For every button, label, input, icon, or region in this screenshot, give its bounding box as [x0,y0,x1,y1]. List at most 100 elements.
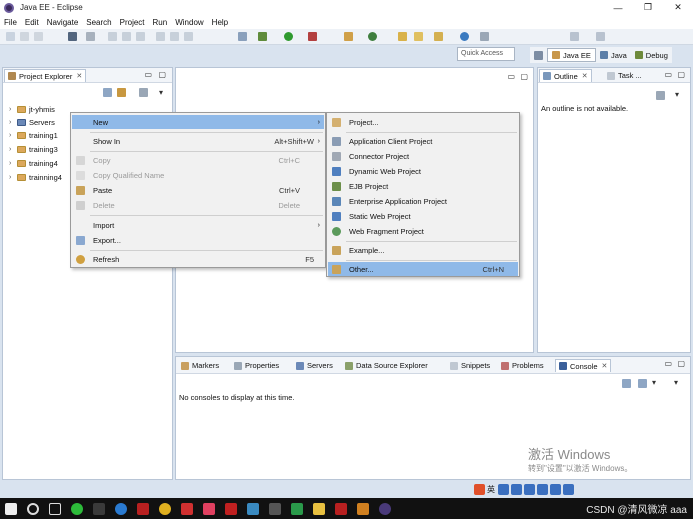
suspend-icon[interactable] [122,32,131,41]
search-circle-icon[interactable] [27,502,39,515]
emoji-icon[interactable] [511,484,522,495]
focus-icon[interactable] [656,91,665,100]
eclipse-taskbar-icon[interactable] [379,502,391,515]
menu-navigate[interactable]: Navigate [43,18,83,27]
minimize-view-icon[interactable]: ▭ [664,70,672,79]
step-return-icon[interactable] [184,32,193,41]
console-dropdown-icon[interactable]: ▾ [652,378,656,387]
maximize-editor-icon[interactable]: ▢ [520,72,528,81]
maximize-view-icon[interactable]: ▢ [158,70,166,79]
menu-item-show-in[interactable]: Show In Alt+Shift+W › [72,134,324,148]
filezilla-2-icon[interactable] [335,502,347,515]
maximize-view-icon[interactable]: ▢ [677,70,685,79]
close-button[interactable]: ✕ [663,0,693,15]
menu-run[interactable]: Run [149,18,172,27]
tab-servers[interactable]: Servers [293,359,336,372]
menu-file[interactable]: File [0,18,21,27]
menu-item-new[interactable]: New › [72,115,324,129]
submenu-item-example[interactable]: Example... [328,243,518,257]
debug-icon[interactable] [258,32,267,41]
menu-window[interactable]: Window [171,18,207,27]
perspective-java-ee[interactable]: Java EE [547,48,596,62]
tree-item-training3[interactable]: › training3 [9,143,58,155]
foxit-icon[interactable] [181,502,193,515]
menu-item-import[interactable]: Import › [72,218,324,232]
close-tab-icon[interactable]: ✕ [582,72,588,80]
submenu-item-project[interactable]: Project... [328,115,518,129]
skip-breakpoints-icon[interactable] [86,32,95,41]
step-over-icon[interactable] [170,32,179,41]
quick-access-input[interactable]: Quick Access [457,47,515,61]
submenu-item-web-fragment-project[interactable]: Web Fragment Project [328,224,518,238]
link-with-editor-icon[interactable] [117,88,126,97]
open-type-icon[interactable] [398,32,407,41]
external-tools-icon[interactable] [308,32,317,41]
view-menu-icon[interactable]: ▾ [675,90,679,99]
mindmap-icon[interactable] [203,502,215,515]
expand-icon[interactable]: › [9,132,17,139]
run-icon[interactable] [284,32,293,41]
new-java-class-icon[interactable] [368,32,377,41]
maximize-button[interactable]: ❐ [633,0,663,15]
windows-start-icon[interactable] [5,502,17,515]
submenu-item-other[interactable]: Other... Ctrl+N [328,262,518,276]
tab-markers[interactable]: Markers [178,359,222,372]
microphone-icon[interactable] [524,484,535,495]
minimize-editor-icon[interactable]: ▭ [507,72,515,81]
skin-icon[interactable] [550,484,561,495]
resume-icon[interactable] [108,32,117,41]
display-console-icon[interactable] [638,379,647,388]
filezilla-icon[interactable] [137,502,149,515]
sogou-logo-icon[interactable] [474,484,485,495]
tab-project-explorer[interactable]: Project Explorer ✕ [4,69,87,82]
open-console-icon[interactable] [622,379,631,388]
annotation-icon[interactable] [434,32,443,41]
task-view-icon[interactable] [49,502,61,515]
next-annotation-icon[interactable] [480,32,489,41]
terminate-icon[interactable] [136,32,145,41]
menu-item-copy[interactable]: Copy Ctrl+C [72,153,324,167]
submenu-item-dynamic-web-project[interactable]: Dynamic Web Project [328,164,518,178]
menu-project[interactable]: Project [116,18,149,27]
menu-item-refresh[interactable]: Refresh F5 [72,252,324,266]
ime-language-label[interactable]: 英 [487,484,495,495]
close-tab-icon[interactable]: ✕ [76,72,82,80]
view-menu-icon[interactable]: ▾ [674,378,678,387]
tab-console[interactable]: Console ✕ [555,359,612,372]
tree-item-trainning4[interactable]: › trainning4 [9,171,62,183]
expand-icon[interactable]: › [9,106,17,113]
tab-properties[interactable]: Properties [231,359,282,372]
tab-snippets[interactable]: Snippets [447,359,493,372]
minimize-view-icon[interactable]: ▭ [664,359,672,368]
step-into-icon[interactable] [156,32,165,41]
menu-edit[interactable]: Edit [21,18,43,27]
punctuation-icon[interactable] [498,484,509,495]
back-icon[interactable] [570,32,579,41]
xmind-icon[interactable] [225,502,237,515]
new-wizard-icon[interactable] [344,32,353,41]
menu-help[interactable]: Help [208,18,232,27]
focus-icon[interactable] [139,88,148,97]
submenu-item-connector-project[interactable]: Connector Project [328,149,518,163]
tab-task-list[interactable]: Task ... [604,69,645,82]
tab-problems[interactable]: Problems [498,359,547,372]
minimize-view-icon[interactable]: ▭ [144,70,152,79]
save-all-icon[interactable] [34,32,43,41]
menu-item-export[interactable]: Export... [72,233,324,247]
submenu-item-enterprise-application-project[interactable]: Enterprise Application Project [328,194,518,208]
app-icon[interactable] [93,502,105,515]
perspective-debug[interactable]: Debug [631,48,672,62]
expand-icon[interactable]: › [9,119,17,126]
submenu-item-application-client-project[interactable]: Application Client Project [328,134,518,148]
tab-outline[interactable]: Outline ✕ [539,69,592,82]
toolbox-icon[interactable] [563,484,574,495]
collapse-all-icon[interactable] [103,88,112,97]
submenu-item-ejb-project[interactable]: EJB Project [328,179,518,193]
menu-item-paste[interactable]: Paste Ctrl+V [72,183,324,197]
open-perspective-icon[interactable] [534,50,543,60]
expand-icon[interactable]: › [9,146,17,153]
terminal-icon[interactable] [68,32,77,41]
typora-icon[interactable] [269,502,281,515]
expand-icon[interactable]: › [9,174,17,181]
tool-icon[interactable] [291,502,303,515]
